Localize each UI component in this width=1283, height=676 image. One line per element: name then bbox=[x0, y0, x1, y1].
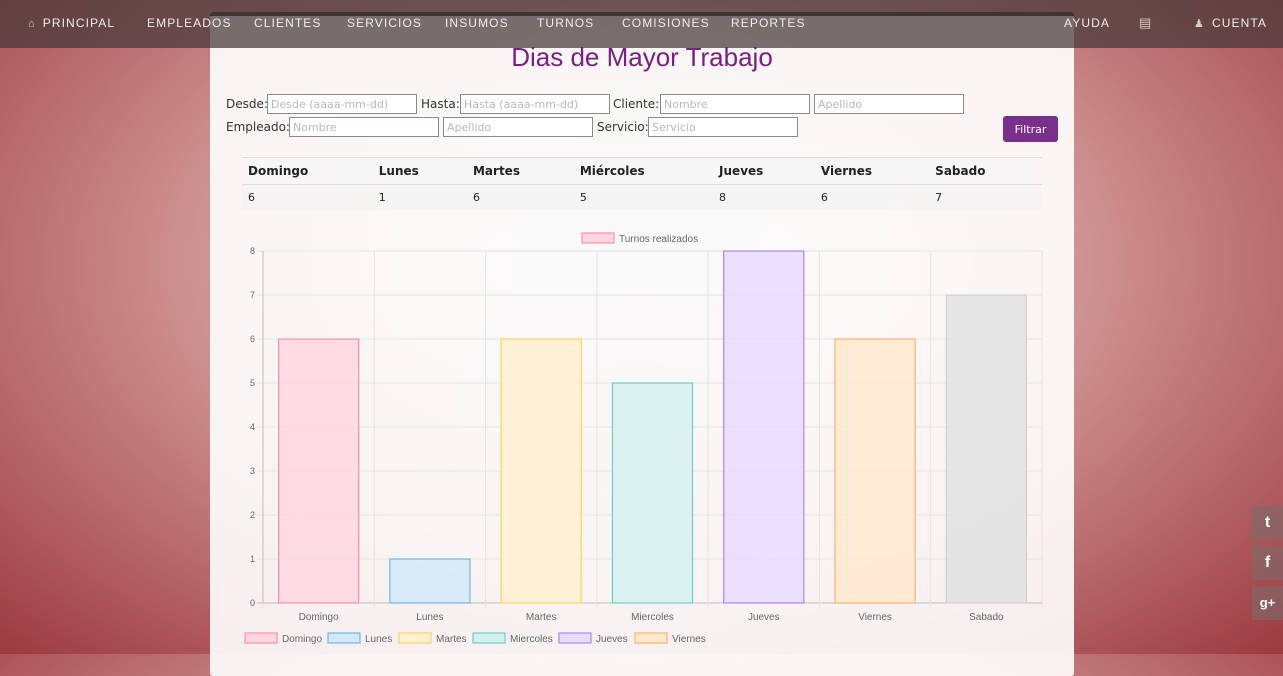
nav-principal[interactable]: ⌂ PRINCIPAL bbox=[28, 14, 115, 32]
y-tick-label: 7 bbox=[250, 290, 255, 300]
x-tick-label: Domingo bbox=[299, 612, 339, 623]
calendar-icon: ▤ bbox=[1139, 15, 1153, 30]
x-tick-label: Martes bbox=[526, 612, 557, 623]
facebook-button[interactable]: f bbox=[1252, 546, 1283, 580]
nav-label: CUENTA bbox=[1211, 16, 1268, 30]
google-plus-button[interactable]: g+ bbox=[1252, 586, 1283, 620]
y-tick-label: 2 bbox=[250, 510, 255, 520]
nav-label: PRINCIPAL bbox=[42, 16, 116, 30]
legend-label: Domingo bbox=[282, 634, 322, 645]
bar-sabado bbox=[945, 294, 1028, 604]
nav-clientes[interactable]: CLIENTES bbox=[254, 14, 321, 32]
bar-martes bbox=[500, 338, 582, 604]
nav-label: INSUMOS bbox=[445, 16, 509, 30]
legend-swatch bbox=[327, 632, 361, 644]
twitter-button[interactable]: t bbox=[1252, 506, 1283, 540]
x-tick-label: Viernes bbox=[858, 612, 892, 623]
y-tick-label: 5 bbox=[250, 378, 255, 388]
nav-label: TURNOS bbox=[537, 16, 595, 30]
y-tick-label: 6 bbox=[250, 334, 255, 344]
bar-jueves bbox=[723, 250, 805, 604]
y-tick-label: 8 bbox=[250, 246, 255, 256]
legend-swatch bbox=[244, 632, 278, 644]
nav-ayuda[interactable]: AYUDA bbox=[1064, 14, 1110, 32]
bar-viernes bbox=[834, 338, 916, 604]
facebook-icon: f bbox=[1264, 554, 1271, 571]
nav-turnos[interactable]: TURNOS bbox=[537, 14, 594, 32]
nav-calendar[interactable]: ▤ bbox=[1139, 14, 1159, 32]
bar-chart: 012345678Domingo Lunes Martes Miercoles Juev… bbox=[244, 232, 1043, 645]
legend-label: Turnos realizados bbox=[619, 234, 698, 245]
legend-swatch bbox=[581, 232, 615, 244]
legend-swatch bbox=[558, 632, 592, 644]
y-tick-label: 0 bbox=[250, 598, 255, 608]
google-plus-icon: g+ bbox=[1259, 595, 1276, 610]
nav-label: EMPLEADOS bbox=[147, 16, 232, 30]
y-tick-label: 3 bbox=[250, 466, 255, 476]
top-navbar: ⌂ PRINCIPAL EMPLEADOS CLIENTES SERVICIOS … bbox=[0, 0, 1283, 48]
nav-comisiones[interactable]: COMISIONES bbox=[622, 14, 710, 32]
legend-label: Lunes bbox=[365, 634, 392, 645]
y-tick-label: 4 bbox=[250, 422, 255, 432]
x-tick-label: Lunes bbox=[416, 612, 443, 623]
legend-swatch bbox=[398, 632, 432, 644]
bar-miercoles bbox=[611, 382, 694, 604]
x-tick-label: Sabado bbox=[969, 612, 1004, 623]
nav-cuenta[interactable]: ♟ CUENTA bbox=[1194, 14, 1267, 32]
user-icon: ♟ bbox=[1194, 18, 1205, 30]
nav-servicios[interactable]: SERVICIOS bbox=[347, 14, 422, 32]
legend-label: Viernes bbox=[672, 634, 706, 645]
nav-label: CLIENTES bbox=[254, 16, 322, 30]
bar-domingo bbox=[277, 338, 360, 604]
legend-label: Martes bbox=[436, 634, 467, 645]
nav-label: SERVICIOS bbox=[347, 16, 423, 30]
legend-swatch bbox=[634, 632, 668, 644]
bar-lunes bbox=[389, 558, 471, 604]
twitter-icon: t bbox=[1264, 514, 1271, 531]
nav-label: COMISIONES bbox=[622, 16, 710, 30]
nav-insumos[interactable]: INSUMOS bbox=[445, 14, 509, 32]
legend-label: Miercoles bbox=[510, 634, 553, 645]
legend-swatch bbox=[472, 632, 506, 644]
home-icon: ⌂ bbox=[28, 18, 36, 30]
nav-label: REPORTES bbox=[731, 16, 806, 30]
nav-label: AYUDA bbox=[1064, 16, 1110, 30]
nav-empleados[interactable]: EMPLEADOS bbox=[147, 14, 232, 32]
legend-label: Jueves bbox=[596, 634, 628, 645]
nav-reportes[interactable]: REPORTES bbox=[731, 14, 806, 32]
x-tick-label: Jueves bbox=[748, 612, 780, 623]
y-tick-label: 1 bbox=[250, 554, 255, 564]
x-tick-label: Miercoles bbox=[631, 612, 674, 623]
